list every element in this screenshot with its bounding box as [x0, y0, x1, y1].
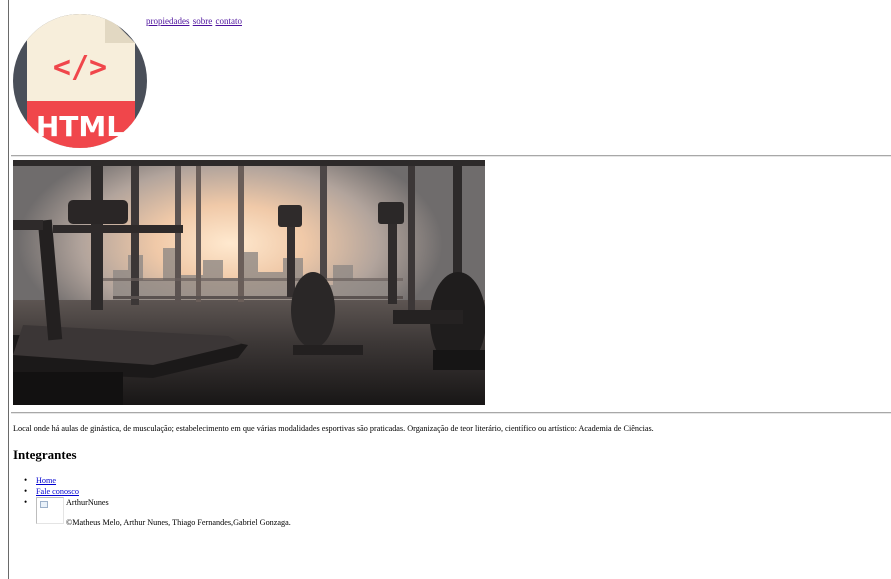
description-text: Local onde há aulas de ginástica, de mus…	[13, 424, 654, 433]
nav-link-propiedades[interactable]: propiedades	[146, 16, 189, 26]
divider-top	[11, 155, 891, 157]
gym-photo	[13, 160, 485, 405]
header: </> HTML propiedades sobre contato	[13, 10, 873, 150]
html-file-icon: </> HTML	[13, 14, 147, 148]
members-heading: Integrantes	[13, 447, 77, 462]
nav-link-contato[interactable]: contato	[215, 16, 242, 26]
list-item: Home	[24, 475, 79, 486]
broken-image-icon	[36, 497, 64, 524]
logo-code: </>	[53, 50, 107, 85]
nav-link-sobre[interactable]: sobre	[193, 16, 213, 26]
divider-bottom	[11, 412, 891, 414]
home-link[interactable]: Home	[36, 476, 56, 485]
member-name: ArthurNunes	[66, 498, 109, 507]
logo-label: HTML	[36, 110, 124, 143]
footer-credits: ©Matheus Melo, Arthur Nunes, Thiago Fern…	[66, 518, 291, 527]
list-item: ArthurNunes ©Matheus Melo, Arthur Nunes,…	[24, 497, 291, 537]
image-placeholder-icon	[40, 501, 48, 508]
members-list: Home Fale conosco ArthurNunes ©Matheus M…	[24, 475, 291, 537]
page-left-border	[8, 0, 9, 579]
top-nav: propiedades sobre contato	[146, 16, 243, 26]
list-item: Fale conosco	[24, 486, 79, 497]
contact-link[interactable]: Fale conosco	[36, 487, 79, 496]
